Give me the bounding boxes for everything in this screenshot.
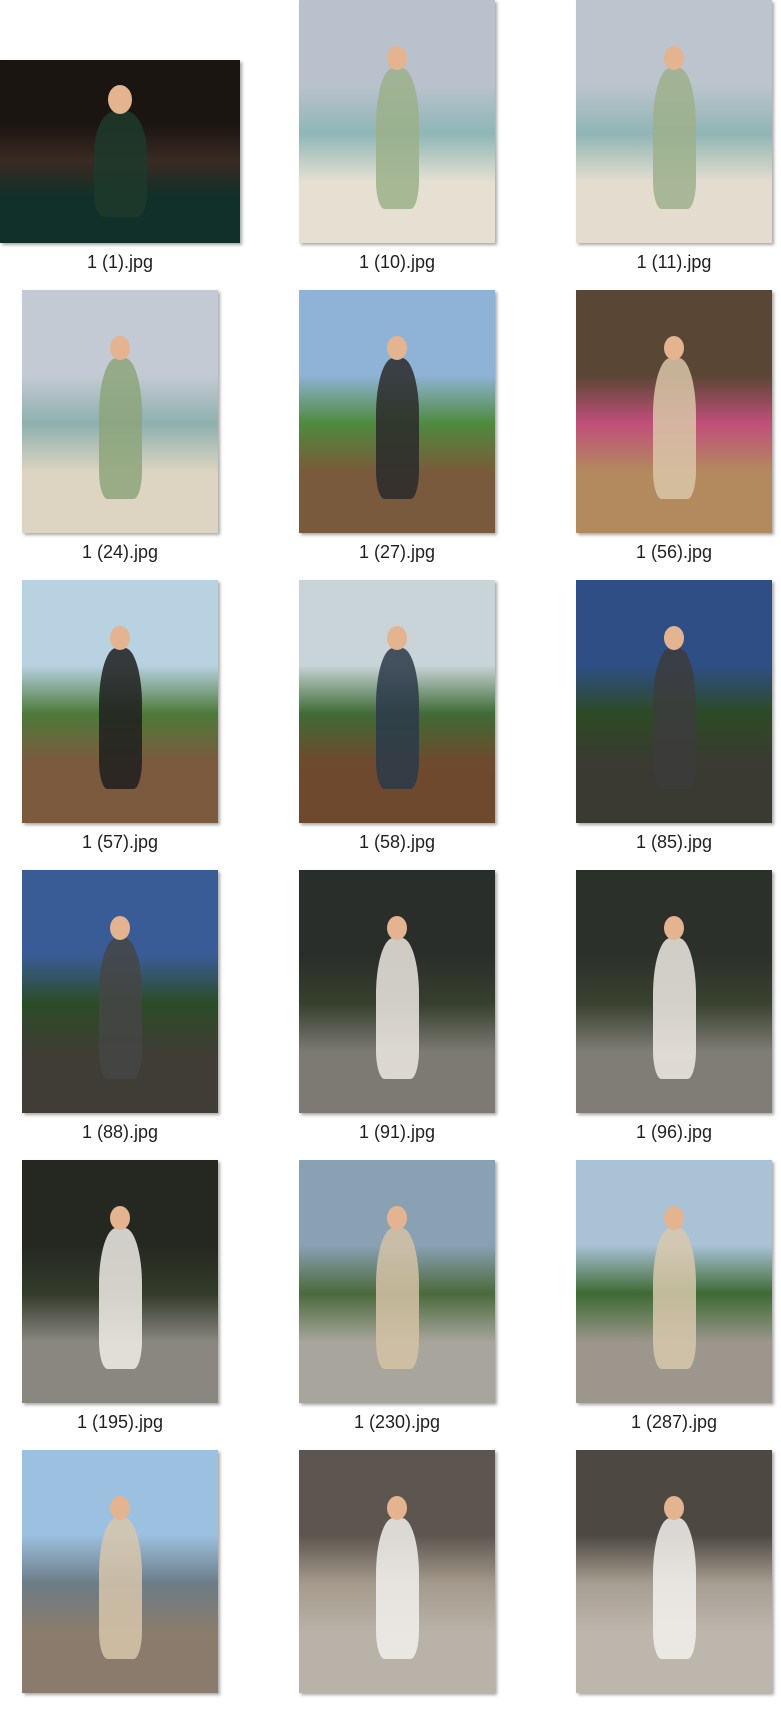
- file-tile[interactable]: 1 (195).jpg: [0, 1160, 250, 1445]
- photo-subject: [653, 1228, 696, 1369]
- photo-subject: [99, 358, 142, 499]
- file-tile[interactable]: 1 (10).jpg: [267, 0, 527, 285]
- file-tile[interactable]: 1 (27).jpg: [267, 290, 527, 575]
- photo-subject: [376, 938, 419, 1079]
- photo-subject-head: [110, 626, 130, 650]
- photo-subject-head: [664, 1206, 684, 1230]
- photo-subject-head: [387, 46, 407, 70]
- file-tile[interactable]: [267, 1450, 527, 1735]
- photo-subject-head: [664, 1496, 684, 1520]
- file-thumbnail-image[interactable]: [299, 0, 495, 243]
- photo-subject: [376, 358, 419, 499]
- photo-subject: [653, 938, 696, 1079]
- file-thumbnail-image[interactable]: [576, 0, 772, 243]
- file-name-label: 1 (195).jpg: [76, 1412, 164, 1432]
- photo-subject: [376, 68, 419, 209]
- file-name-label: 1 (230).jpg: [353, 1412, 441, 1432]
- file-tile[interactable]: 1 (1).jpg: [0, 0, 250, 285]
- file-tile[interactable]: 1 (88).jpg: [0, 870, 250, 1155]
- file-name-label: 1 (96).jpg: [635, 1122, 713, 1142]
- photo-subject: [99, 938, 142, 1079]
- file-tile[interactable]: 1 (56).jpg: [544, 290, 781, 575]
- photo-subject: [376, 648, 419, 789]
- photo-subject: [653, 358, 696, 499]
- photo-subject-head: [108, 85, 132, 114]
- file-tile[interactable]: 1 (91).jpg: [267, 870, 527, 1155]
- photo-subject-head: [664, 916, 684, 940]
- file-name-label: 1 (27).jpg: [358, 542, 436, 562]
- file-name-label: 1 (58).jpg: [358, 832, 436, 852]
- file-thumbnail-grid: 1 (1).jpg 1 (10).jpg 1 (11).jpg 1 (24).jpg 1…: [0, 0, 781, 1695]
- file-name-label: 1 (24).jpg: [81, 542, 159, 562]
- photo-subject-head: [664, 626, 684, 650]
- photo-subject-head: [387, 626, 407, 650]
- file-tile[interactable]: [0, 1450, 250, 1735]
- file-name-label: 1 (56).jpg: [635, 542, 713, 562]
- photo-subject: [99, 1518, 142, 1659]
- file-thumbnail-image[interactable]: [299, 1160, 495, 1403]
- file-name-label: 1 (1).jpg: [86, 252, 154, 272]
- file-thumbnail-image[interactable]: [22, 870, 218, 1113]
- file-tile[interactable]: [544, 1450, 781, 1735]
- photo-subject-head: [387, 1206, 407, 1230]
- photo-subject: [99, 1228, 142, 1369]
- photo-subject: [653, 68, 696, 209]
- file-tile[interactable]: 1 (287).jpg: [544, 1160, 781, 1445]
- file-tile[interactable]: 1 (57).jpg: [0, 580, 250, 865]
- file-tile[interactable]: 1 (58).jpg: [267, 580, 527, 865]
- file-name-label: 1 (91).jpg: [358, 1122, 436, 1142]
- photo-subject-head: [110, 1496, 130, 1520]
- file-thumbnail-image[interactable]: [22, 1160, 218, 1403]
- file-name-label: 1 (287).jpg: [630, 1412, 718, 1432]
- file-thumbnail-image[interactable]: [299, 580, 495, 823]
- photo-subject: [376, 1518, 419, 1659]
- photo-subject-head: [664, 46, 684, 70]
- photo-subject: [376, 1228, 419, 1369]
- file-name-label: 1 (88).jpg: [81, 1122, 159, 1142]
- file-tile[interactable]: 1 (230).jpg: [267, 1160, 527, 1445]
- photo-subject-head: [110, 916, 130, 940]
- file-thumbnail-image[interactable]: [576, 580, 772, 823]
- photo-subject: [99, 648, 142, 789]
- photo-subject-head: [110, 1206, 130, 1230]
- file-thumbnail-image[interactable]: [576, 1450, 772, 1693]
- file-thumbnail-image[interactable]: [299, 1450, 495, 1693]
- photo-subject-head: [664, 336, 684, 360]
- file-thumbnail-image[interactable]: [22, 290, 218, 533]
- file-tile[interactable]: 1 (96).jpg: [544, 870, 781, 1155]
- file-thumbnail-image[interactable]: [0, 60, 240, 243]
- file-thumbnail-image[interactable]: [299, 290, 495, 533]
- file-tile[interactable]: 1 (85).jpg: [544, 580, 781, 865]
- photo-subject-head: [387, 1496, 407, 1520]
- file-tile[interactable]: 1 (24).jpg: [0, 290, 250, 575]
- file-thumbnail-image[interactable]: [299, 870, 495, 1113]
- file-thumbnail-image[interactable]: [576, 870, 772, 1113]
- file-thumbnail-image[interactable]: [22, 580, 218, 823]
- file-name-label: 1 (57).jpg: [81, 832, 159, 852]
- file-name-label: 1 (10).jpg: [358, 252, 436, 272]
- file-name-label: 1 (11).jpg: [636, 252, 712, 272]
- photo-subject: [94, 111, 147, 217]
- file-tile[interactable]: 1 (11).jpg: [544, 0, 781, 285]
- photo-subject-head: [110, 336, 130, 360]
- photo-subject: [653, 648, 696, 789]
- photo-subject-head: [387, 336, 407, 360]
- photo-subject: [653, 1518, 696, 1659]
- file-name-label: 1 (85).jpg: [635, 832, 713, 852]
- file-thumbnail-image[interactable]: [576, 1160, 772, 1403]
- photo-subject-head: [387, 916, 407, 940]
- file-thumbnail-image[interactable]: [576, 290, 772, 533]
- file-thumbnail-image[interactable]: [22, 1450, 218, 1693]
